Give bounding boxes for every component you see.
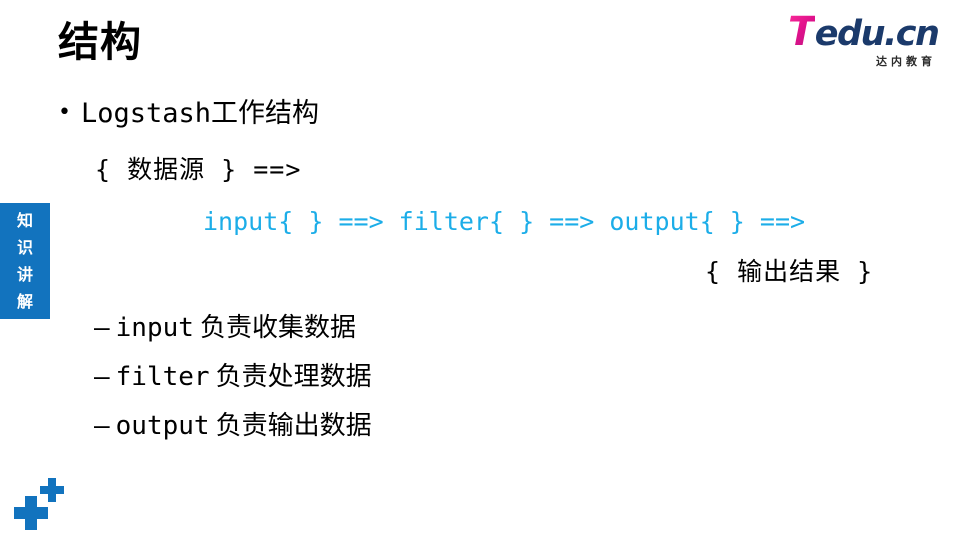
section-badge-char-3: 讲 xyxy=(16,265,33,284)
brand-logo-initial: T xyxy=(788,9,815,55)
list-item: — input 负责收集数据 xyxy=(94,304,614,353)
list-item-description: 负责处理数据 xyxy=(215,362,372,392)
list-item: — output 负责输出数据 xyxy=(94,402,614,451)
slide-canvas: 结构 Tedu.cn 达内教育 知 识 讲 解 • Logstash工作结构 { … xyxy=(0,0,960,540)
section-badge-char-4: 解 xyxy=(16,292,33,311)
list-item: — filter 负责处理数据 xyxy=(94,353,614,402)
list-item-description: 负责输出数据 xyxy=(215,411,372,441)
brand-logo-rest: edu.cn xyxy=(814,14,940,54)
diagram-line-pipeline: input{ } ==> filter{ } ==> output{ } ==> xyxy=(203,207,806,236)
plus-icon-small xyxy=(40,478,64,502)
list-item-keyword: output xyxy=(115,411,210,441)
bullet-marker-icon: • xyxy=(58,100,71,125)
brand-logo: Tedu.cn 达内教育 xyxy=(788,12,940,72)
list-item-keyword: input xyxy=(115,313,194,343)
bullet-item-label: Logstash工作结构 xyxy=(80,98,320,129)
list-item-keyword: filter xyxy=(115,362,210,392)
brand-logo-subtitle: 达内教育 xyxy=(876,55,936,68)
sub-item-list: — input 负责收集数据 — filter 负责处理数据 — output 负责输出数据 xyxy=(94,304,614,451)
section-badge-char-2: 识 xyxy=(16,238,33,257)
brand-logo-wordmark: Tedu.cn xyxy=(788,12,940,54)
diagram-line-data-source: { 数据源 } ==> xyxy=(95,155,302,184)
decoration-plus-group xyxy=(12,476,72,534)
list-item-dash: — xyxy=(94,411,110,441)
list-item-dash: — xyxy=(94,362,110,392)
page-title: 结构 xyxy=(58,18,142,66)
section-badge-char-1: 知 xyxy=(16,211,33,230)
bullet-item-logstash-structure: • Logstash工作结构 xyxy=(58,96,319,131)
diagram-line-output-result: { 输出结果 } xyxy=(705,257,874,286)
list-item-dash: — xyxy=(94,313,110,343)
section-badge-knowledge-explanation: 知 识 讲 解 xyxy=(0,203,50,319)
list-item-description: 负责收集数据 xyxy=(199,313,356,343)
